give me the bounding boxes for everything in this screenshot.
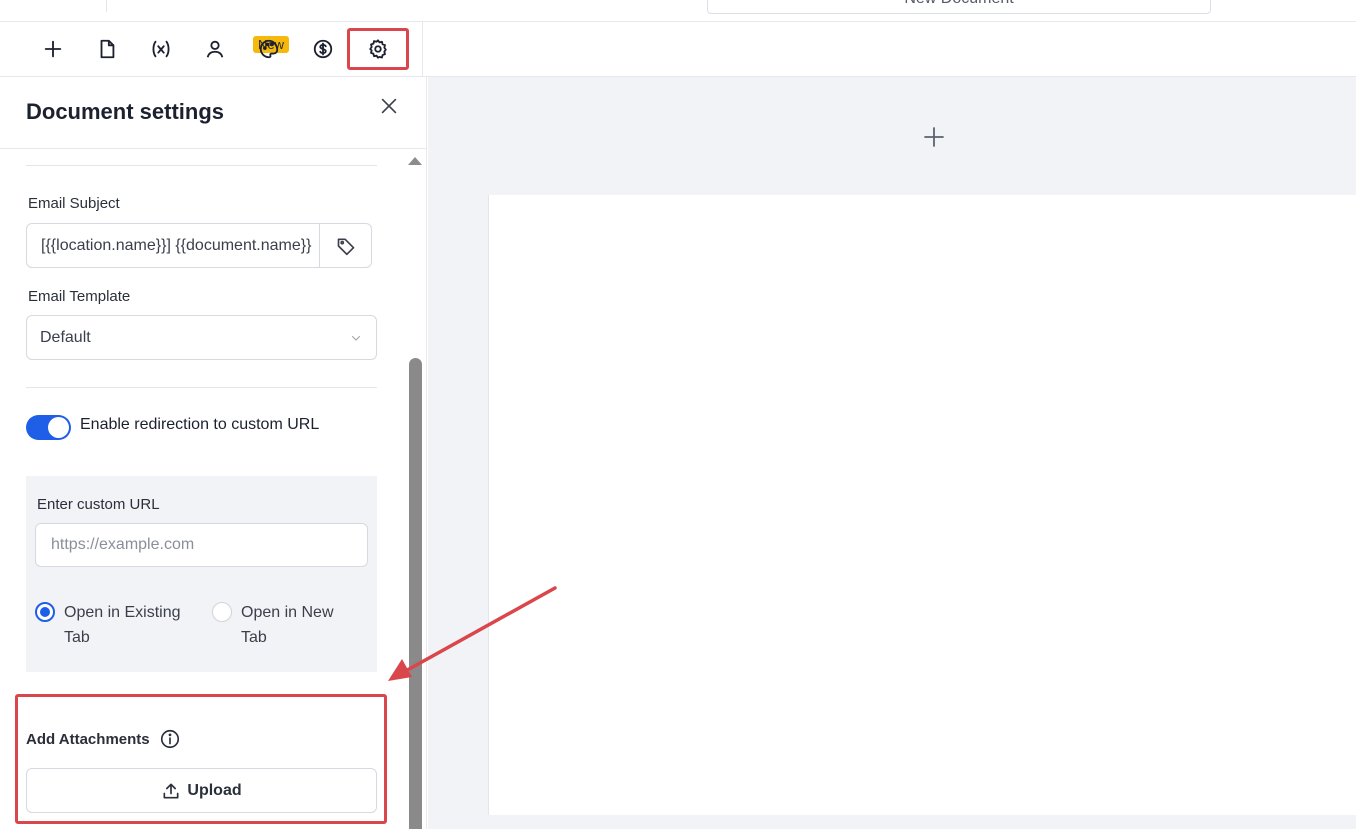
open-existing-tab-label-line1: Open in Existing (64, 604, 181, 621)
open-new-tab-label-line1: Open in New (241, 604, 334, 621)
section-divider (26, 387, 377, 388)
document-settings-panel: Document settings Email Subject Email Te… (0, 77, 427, 829)
redirect-toggle-label: Enable redirection to custom URL (80, 416, 320, 433)
document-title-field[interactable]: New Document (707, 0, 1211, 14)
toolbar: New (0, 22, 1356, 77)
open-existing-tab-label-line2: Tab (64, 629, 90, 646)
top-strip: New Document (0, 0, 1356, 22)
variable-icon (152, 40, 170, 58)
toggle-knob (48, 417, 69, 438)
email-template-select[interactable]: Default (26, 315, 377, 360)
document-page[interactable] (488, 195, 1356, 815)
email-subject-label: Email Subject (28, 195, 120, 212)
panel-header: Document settings (0, 77, 426, 149)
info-icon[interactable] (159, 728, 181, 750)
add-attachments-label: Add Attachments (26, 731, 150, 748)
open-new-tab-radio[interactable] (212, 602, 232, 622)
plus-icon[interactable] (922, 125, 946, 149)
top-divider (106, 0, 107, 12)
chevron-down-icon (352, 336, 360, 341)
scroll-up-arrow[interactable] (408, 157, 422, 165)
email-template-label: Email Template (28, 288, 131, 305)
email-subject-field (26, 223, 372, 268)
palette-icon (259, 39, 279, 59)
upload-icon (163, 783, 179, 798)
email-subject-input[interactable] (27, 224, 319, 267)
email-template-value: Default (40, 329, 91, 346)
gear-icon (369, 39, 387, 59)
upload-button-label: Upload (187, 781, 242, 799)
close-icon[interactable] (378, 95, 400, 117)
toolbar-separator (422, 22, 423, 76)
open-existing-tab-label[interactable]: Open in Existing Tab (64, 600, 181, 650)
settings-button[interactable] (347, 28, 409, 70)
add-element-button[interactable] (36, 32, 70, 66)
custom-url-label: Enter custom URL (37, 496, 160, 513)
variables-button[interactable] (144, 32, 178, 66)
panel-title: Document settings (26, 99, 225, 124)
document-icon (100, 39, 115, 59)
open-existing-tab-radio[interactable] (35, 602, 55, 622)
pages-button[interactable] (90, 32, 124, 66)
open-new-tab-label[interactable]: Open in New Tab (241, 600, 334, 650)
tag-icon (337, 238, 355, 255)
annotation-arrow-icon (388, 586, 557, 681)
styles-button[interactable] (252, 32, 286, 66)
custom-url-input[interactable] (35, 523, 368, 567)
dollar-icon (313, 39, 333, 59)
recipients-button[interactable] (198, 32, 232, 66)
upload-button[interactable]: Upload (26, 768, 377, 813)
editor-canvas (428, 77, 1356, 829)
plus-icon (44, 40, 62, 58)
user-icon (206, 40, 224, 58)
redirect-toggle[interactable] (26, 415, 71, 440)
section-divider (26, 165, 377, 166)
custom-url-section: Enter custom URL Open in Existing Tab Op… (26, 476, 377, 672)
insert-variable-button[interactable] (319, 224, 371, 267)
open-new-tab-label-line2: Tab (241, 629, 267, 646)
pricing-button[interactable] (306, 32, 340, 66)
